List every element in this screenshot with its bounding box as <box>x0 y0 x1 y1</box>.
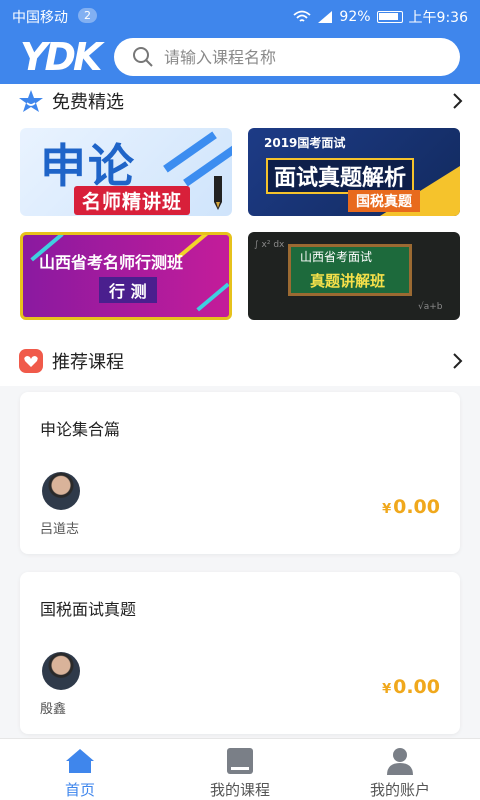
status-bar: 中国移动 2 92% 上午9:36 <box>0 0 480 32</box>
star-icon <box>19 90 43 112</box>
banner-decoration <box>196 282 229 312</box>
banner-subtitle: 名师精讲班 <box>74 186 191 215</box>
search-bar[interactable] <box>114 38 460 76</box>
currency-symbol: ¥ <box>382 682 392 697</box>
clock: 上午9:36 <box>408 10 468 26</box>
banner-shenlun[interactable]: 申论 名师精讲班 <box>20 128 232 216</box>
avatar <box>42 652 80 690</box>
currency-symbol: ¥ <box>382 502 392 517</box>
course-title: 国税面试真题 <box>40 600 137 619</box>
banner-decoration: ∫ x² dx <box>254 240 285 250</box>
nav-label: 首页 <box>64 781 95 799</box>
status-right: 92% 上午9:36 <box>293 7 468 27</box>
nav-label: 我的课程 <box>209 781 270 799</box>
banner-title: 面试真题解析 <box>266 158 415 194</box>
course-price: ¥0.00 <box>382 496 440 518</box>
banner-decoration: √a+b <box>418 302 443 312</box>
course-card[interactable]: 申论集合篇 吕道志 ¥0.00 <box>20 392 460 554</box>
price-value: 0.00 <box>393 496 440 518</box>
app-header: 中国移动 2 92% 上午9:36 YDK <box>0 0 480 84</box>
teacher-name: 吕道志 <box>40 522 80 537</box>
free-section-header[interactable]: 免费精选 <box>18 86 464 116</box>
banner-subtitle: 国税真题 <box>348 190 420 212</box>
course-price: ¥0.00 <box>382 676 440 698</box>
nav-label: 我的账户 <box>369 781 430 799</box>
search-icon <box>133 47 153 67</box>
banner-title: 山西省考面试 <box>300 250 373 264</box>
chevron-right-icon[interactable] <box>452 351 464 371</box>
nav-item-home[interactable]: 首页 <box>0 739 160 800</box>
banner-xingce[interactable]: 山西省考名师行测班 行 测 <box>20 232 232 320</box>
teacher-name: 殷鑫 <box>40 702 67 717</box>
signal-icon <box>318 11 333 23</box>
banner-subtitle: 真题讲解班 <box>310 272 386 290</box>
home-icon <box>66 749 94 773</box>
notification-badge: 2 <box>78 8 97 23</box>
battery-icon <box>376 11 403 23</box>
carrier-label: 中国移动 <box>12 10 68 26</box>
banner-interview-explain[interactable]: ∫ x² dx √a+b 山西省考面试 真题讲解班 <box>248 232 460 320</box>
recommend-section-title: 推荐课程 <box>52 352 124 373</box>
nav-item-my-courses[interactable]: 我的课程 <box>160 739 320 800</box>
wifi-icon <box>293 10 312 22</box>
chevron-right-icon[interactable] <box>452 91 464 111</box>
course-title: 申论集合篇 <box>40 420 121 439</box>
banner-interview-analysis[interactable]: 2019国考面试 面试真题解析 国税真题 <box>248 128 460 216</box>
pen-icon <box>214 176 222 210</box>
nav-item-my-account[interactable]: 我的账户 <box>320 739 480 800</box>
bottom-nav: 首页 我的课程 我的账户 <box>0 738 480 800</box>
free-section: 免费精选 申论 名师精讲班 2019国考面试 面试真题解析 国税真题 山西省考名… <box>0 84 480 336</box>
free-section-title: 免费精选 <box>52 92 124 113</box>
main-content[interactable]: 免费精选 申论 名师精讲班 2019国考面试 面试真题解析 国税真题 山西省考名… <box>0 84 480 738</box>
banner-title: 山西省考名师行测班 <box>39 253 184 272</box>
banner-label: 2019国考面试 <box>264 136 346 150</box>
book-icon <box>227 748 253 774</box>
price-value: 0.00 <box>393 676 440 698</box>
user-icon <box>387 748 413 775</box>
app-logo[interactable]: YDK <box>20 38 103 76</box>
avatar <box>42 472 80 510</box>
course-card[interactable]: 国税面试真题 殷鑫 ¥0.00 <box>20 572 460 734</box>
heart-icon <box>19 349 43 373</box>
search-input[interactable] <box>164 47 444 67</box>
recommend-section-header[interactable]: 推荐课程 <box>18 346 464 376</box>
battery-percent: 92% <box>339 9 371 25</box>
banner-subtitle: 行 测 <box>99 277 157 303</box>
